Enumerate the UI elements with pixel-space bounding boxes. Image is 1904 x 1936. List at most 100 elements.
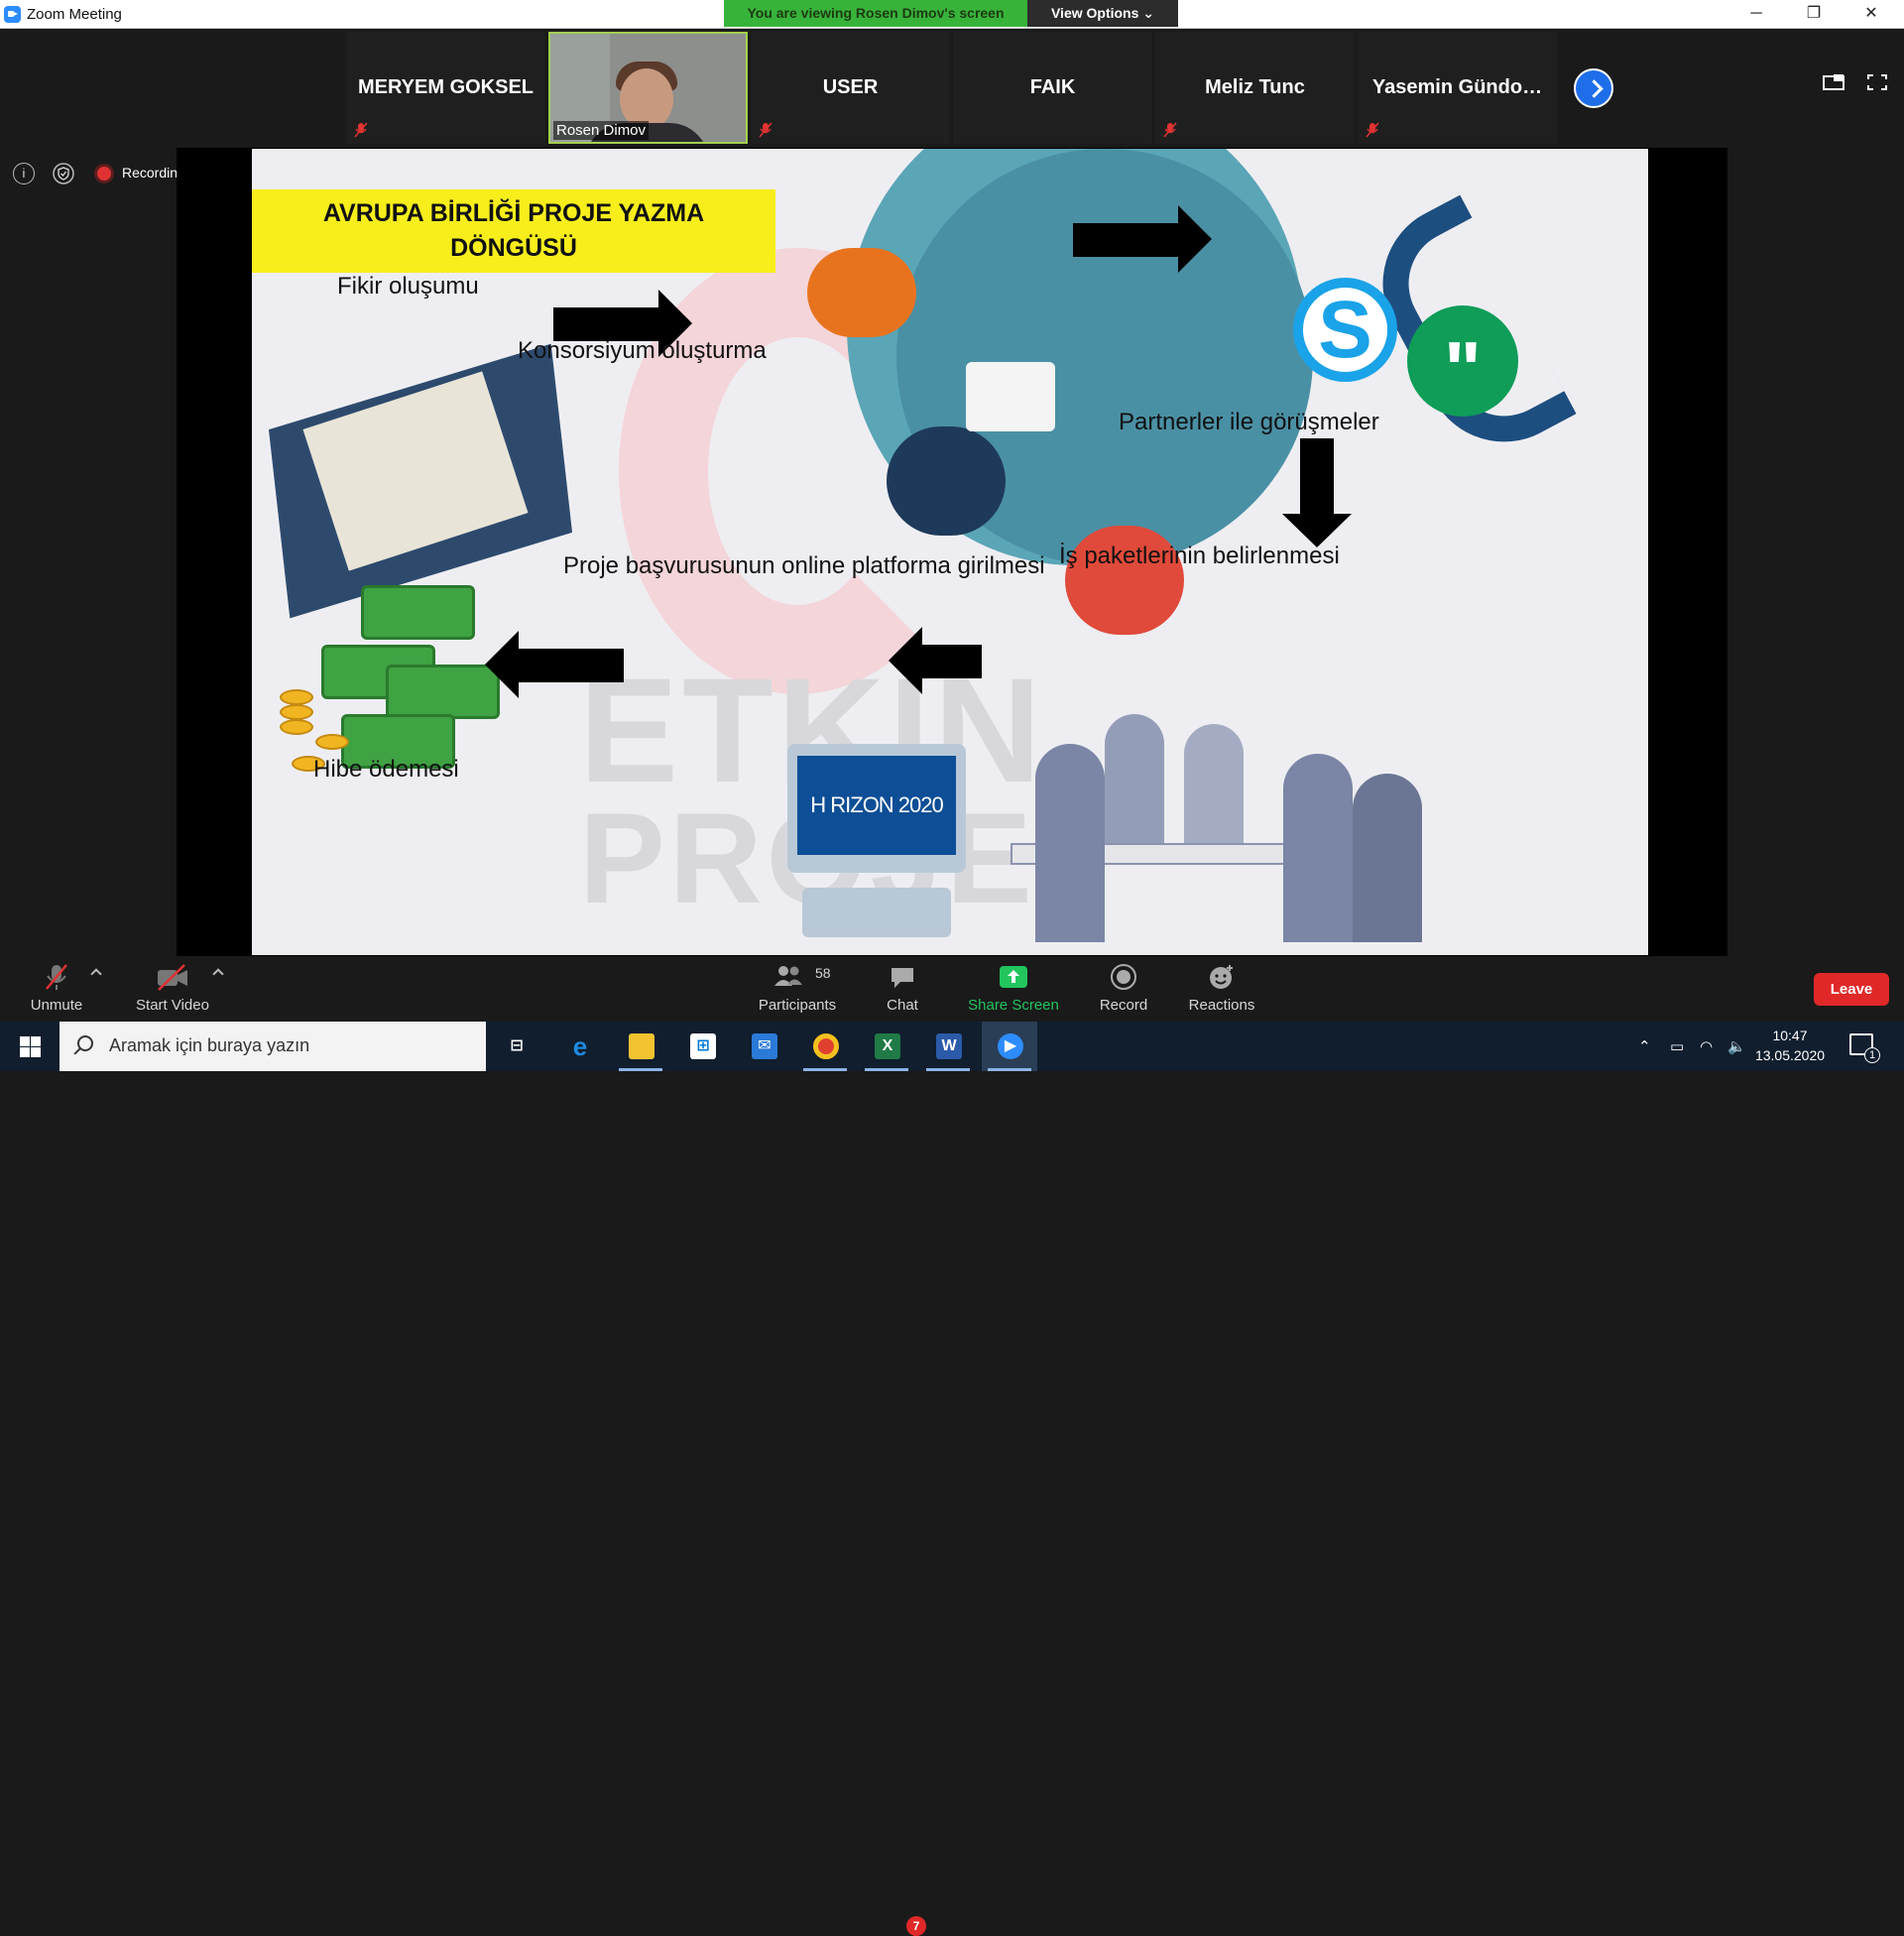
- team-person-illustration: [1105, 714, 1164, 843]
- fullscreen-icon[interactable]: [1866, 73, 1888, 91]
- audio-options-caret-icon[interactable]: [90, 968, 102, 980]
- window-titlebar: Zoom Meeting You are viewing Rosen Dimov…: [0, 0, 1904, 29]
- arrow-head: [485, 631, 519, 698]
- store-icon: ⊞: [690, 1033, 716, 1059]
- step-label: İş paketlerinin belirlenmesi: [1059, 543, 1340, 569]
- slide-title-line-2: DÖNGÜSÜ: [450, 234, 577, 262]
- step-label: Proje başvurusunun online platforma giri…: [563, 552, 1045, 579]
- volume-icon[interactable]: 🔈: [1727, 1037, 1746, 1055]
- chat-button[interactable]: Chat: [865, 957, 940, 1022]
- team-person-illustration: [1283, 754, 1353, 942]
- share-screen-button[interactable]: Share Screen: [964, 957, 1063, 1022]
- coin-icon: [280, 689, 313, 705]
- view-options-button[interactable]: View Options ⌄: [1027, 0, 1178, 27]
- zoom-video-icon: ▶: [998, 1033, 1023, 1059]
- chat-label: Chat: [887, 997, 918, 1014]
- view-layout-icon[interactable]: [1823, 73, 1844, 91]
- reactions-label: Reactions: [1188, 997, 1255, 1014]
- arrow-shaft: [922, 645, 982, 678]
- money-stack-icon: [386, 665, 500, 719]
- record-icon: [1111, 964, 1136, 990]
- close-button[interactable]: ✕: [1843, 0, 1900, 29]
- unmute-button[interactable]: Unmute: [22, 957, 91, 1022]
- mic-muted-icon: [1163, 122, 1177, 138]
- recording-indicator-icon: [97, 167, 111, 181]
- participant-tile[interactable]: Meliz Tunc: [1155, 32, 1355, 144]
- participant-name: USER: [822, 76, 879, 98]
- view-options-label: View Options: [1050, 5, 1139, 21]
- slide-title: AVRUPA BİRLİĞİ PROJE YAZMA DÖNGÜSÜ: [252, 189, 775, 273]
- windows-taskbar: Aramak için buraya yazın ⊟ e ⊞ ✉ X W ▶ ⌃…: [0, 1022, 1904, 1071]
- chat-icon: [892, 968, 913, 988]
- arrow-shaft: [519, 649, 624, 682]
- mic-muted-icon: [1366, 122, 1379, 138]
- shared-slide: ETKIN PROJE AVRUPA BİRLİĞİ PROJE YAZMA D…: [252, 149, 1648, 955]
- restore-button[interactable]: ❐: [1785, 0, 1843, 29]
- unmute-label: Unmute: [30, 997, 83, 1014]
- arrow-head: [1178, 205, 1212, 273]
- minimize-button[interactable]: ─: [1727, 0, 1785, 29]
- money-stack-icon: [361, 585, 475, 640]
- hangouts-icon: ": [1407, 305, 1518, 417]
- mic-muted-icon: [354, 122, 368, 138]
- start-video-button[interactable]: Start Video: [129, 957, 216, 1022]
- team-person-illustration: [1184, 724, 1244, 843]
- taskbar-search-box[interactable]: Aramak için buraya yazın: [60, 1022, 486, 1071]
- meeting-info-icon[interactable]: i: [13, 163, 35, 184]
- coin-icon: [280, 704, 313, 720]
- windows-logo-icon: [31, 1047, 41, 1057]
- file-explorer-taskbar-button[interactable]: [613, 1022, 668, 1071]
- arrow-shaft: [553, 307, 662, 341]
- word-taskbar-button[interactable]: W: [920, 1022, 976, 1071]
- viewing-screen-banner: You are viewing Rosen Dimov's screen: [724, 0, 1027, 27]
- windows-logo-icon: [20, 1036, 30, 1046]
- windows-logo-icon: [20, 1047, 30, 1057]
- windows-logo-icon: [31, 1036, 41, 1046]
- folder-icon: [629, 1033, 654, 1059]
- participant-tile[interactable]: MERYEM GOKSEL: [346, 32, 545, 144]
- reactions-button[interactable]: Reactions: [1180, 957, 1263, 1022]
- team-person-illustration: [1353, 774, 1422, 942]
- leave-meeting-button[interactable]: Leave: [1814, 973, 1889, 1006]
- participant-name: Meliz Tunc: [1205, 76, 1305, 98]
- arrow-shaft: [1300, 438, 1334, 518]
- participants-button[interactable]: 58 Participants: [752, 957, 843, 1022]
- participant-name: Rosen Dimov: [553, 121, 650, 140]
- participant-name: FAIK: [1029, 76, 1076, 98]
- task-view-button[interactable]: ⊟: [488, 1022, 543, 1071]
- mic-muted-icon: [759, 122, 773, 138]
- slide-title-line-1: AVRUPA BİRLİĞİ PROJE YAZMA: [322, 199, 705, 227]
- search-icon: [77, 1035, 93, 1051]
- participant-tile[interactable]: FAIK: [953, 32, 1152, 144]
- person-navy-illustration: [887, 426, 1006, 536]
- skype-icon: S: [1293, 278, 1397, 382]
- taskbar-clock[interactable]: 10:47 13.05.2020: [1750, 1026, 1830, 1065]
- excel-taskbar-button[interactable]: X: [859, 1022, 914, 1071]
- zoom-taskbar-button[interactable]: ▶: [982, 1022, 1037, 1071]
- meeting-toolbar: Unmute Start Video 58 Participants Chat …: [0, 957, 1904, 1936]
- share-screen-icon: [1000, 966, 1027, 988]
- clock-date: 13.05.2020: [1754, 1047, 1826, 1063]
- participant-tile[interactable]: USER: [751, 32, 950, 144]
- record-button[interactable]: Record: [1089, 957, 1158, 1022]
- arrow-head: [889, 627, 922, 694]
- participant-tile[interactable]: Yasemin Gündo…: [1358, 32, 1557, 144]
- security-shield-icon[interactable]: [53, 163, 74, 184]
- battery-icon[interactable]: ▭: [1670, 1037, 1684, 1055]
- step-label: Hibe ödemesi: [313, 756, 459, 783]
- participant-video-tile[interactable]: Rosen Dimov: [548, 32, 748, 144]
- person-orange-illustration: [807, 248, 916, 337]
- participant-strip: MERYEM GOKSEL Rosen Dimov USER FAIK Meli…: [0, 29, 1904, 146]
- start-video-label: Start Video: [136, 997, 209, 1014]
- windows-start-button[interactable]: [0, 1022, 60, 1071]
- next-page-arrow-icon[interactable]: [1574, 68, 1613, 108]
- tray-overflow-chevron-icon[interactable]: ⌃: [1638, 1037, 1651, 1055]
- store-taskbar-button[interactable]: ⊞: [674, 1022, 730, 1071]
- wifi-icon[interactable]: ◠: [1700, 1037, 1713, 1055]
- record-label: Record: [1099, 997, 1148, 1014]
- chrome-taskbar-button[interactable]: [797, 1022, 853, 1071]
- edge-taskbar-button[interactable]: e: [551, 1022, 607, 1071]
- participant-name: MERYEM GOKSEL: [357, 76, 535, 98]
- mail-taskbar-button[interactable]: ✉: [736, 1022, 791, 1071]
- video-off-icon: [158, 964, 187, 991]
